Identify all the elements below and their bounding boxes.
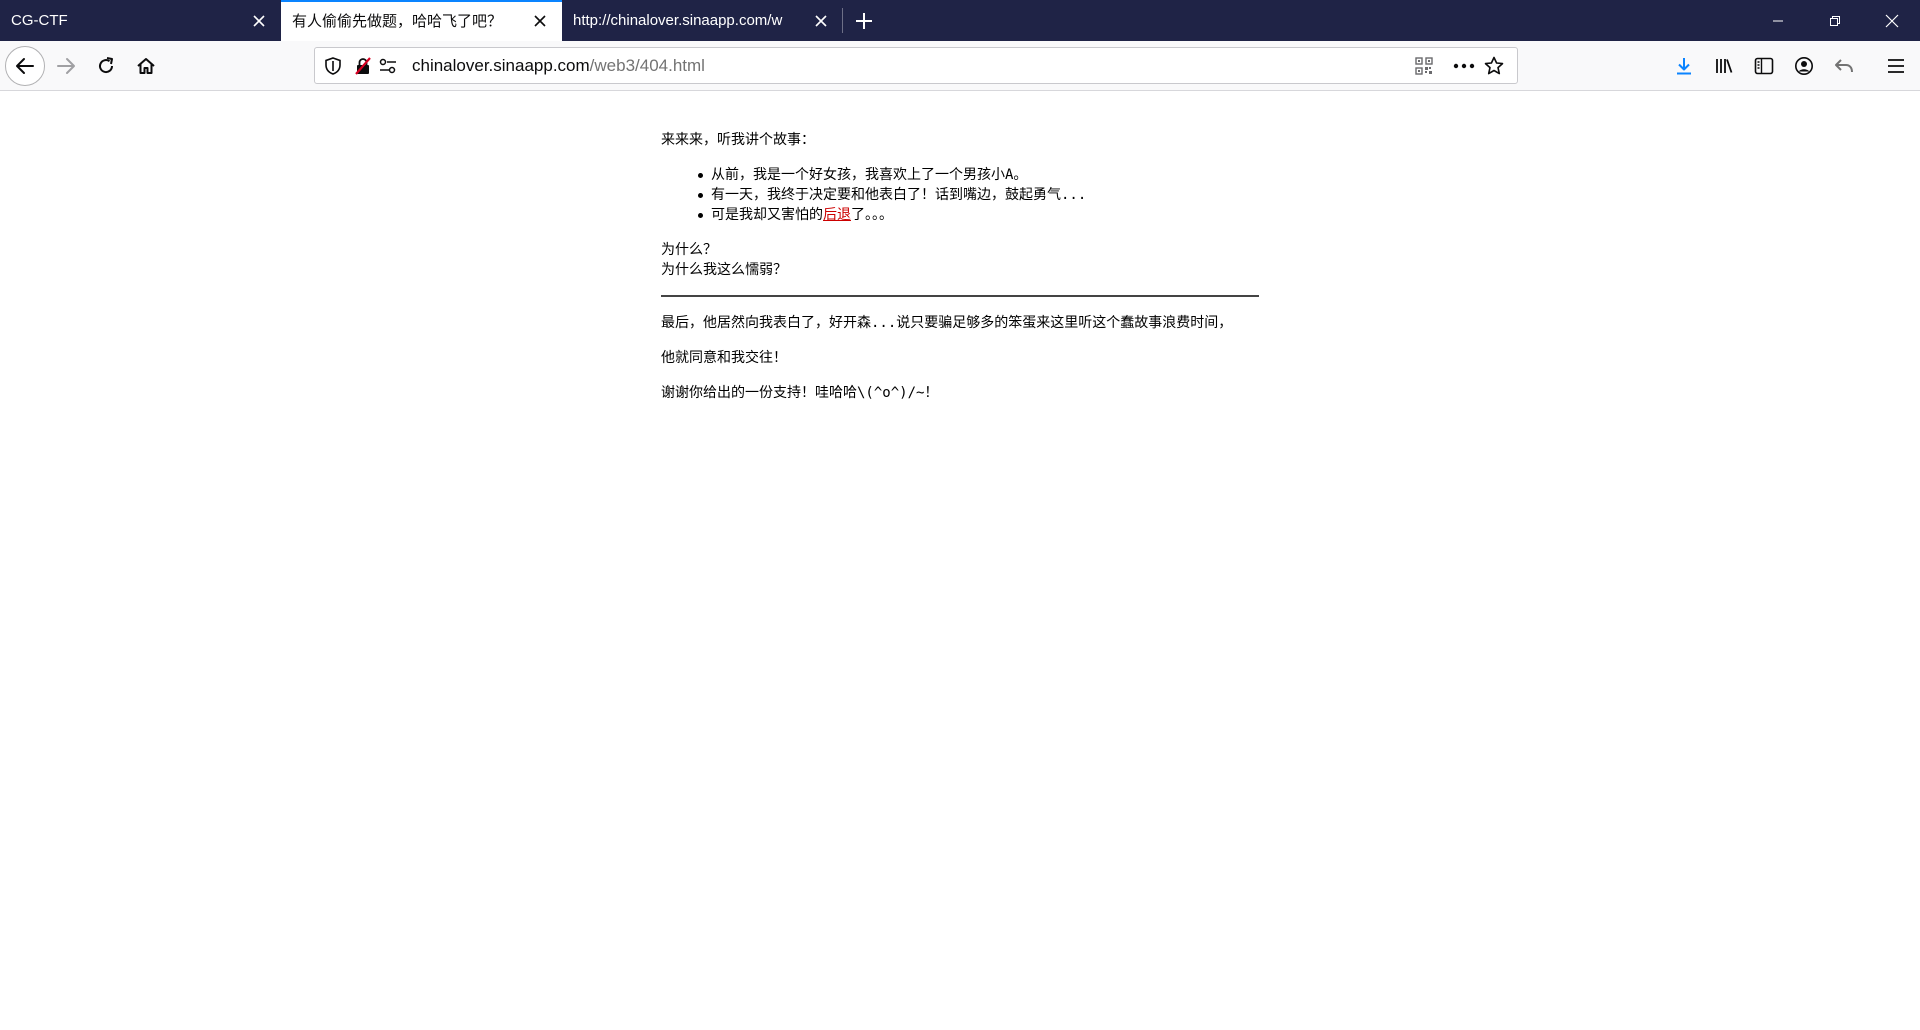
plus-icon bbox=[856, 12, 872, 29]
arrow-left-icon bbox=[16, 58, 34, 74]
list-item: 可是我却又害怕的后退了。。。 bbox=[698, 205, 1259, 225]
restore-button[interactable] bbox=[1806, 0, 1863, 41]
new-tab-button[interactable] bbox=[843, 0, 885, 41]
undo-arrow-icon bbox=[1835, 59, 1853, 73]
back-button[interactable] bbox=[5, 46, 45, 86]
url-bar[interactable]: chinalover.sinaapp.com/web3/404.html bbox=[314, 47, 1518, 84]
qr-code-icon[interactable] bbox=[1413, 55, 1435, 77]
home-icon bbox=[137, 58, 155, 74]
tab-strip: CG-CTF 有人偷偷先做题，哈哈飞了吧？ http://chinalover.… bbox=[0, 0, 1920, 41]
ending-text: 最后，他居然向我表白了，好开森...说只要骗足够多的笨蛋来这里听这个蠢故事浪费时… bbox=[661, 315, 1233, 331]
shield-icon[interactable] bbox=[322, 55, 344, 77]
window-close-button[interactable] bbox=[1863, 0, 1920, 41]
agree-text: 他就同意和我交往！ bbox=[661, 350, 787, 366]
home-button[interactable] bbox=[129, 49, 163, 83]
tab-title: http://chinalover.sinaapp.com/w bbox=[573, 12, 783, 29]
restore-icon bbox=[1829, 15, 1840, 26]
close-icon bbox=[1885, 14, 1898, 27]
sidebar-icon bbox=[1754, 57, 1774, 75]
menu-button[interactable] bbox=[1879, 49, 1913, 83]
downloads-button[interactable] bbox=[1667, 49, 1701, 83]
window-controls bbox=[1749, 0, 1920, 41]
arrow-right-icon bbox=[57, 58, 75, 74]
library-icon bbox=[1716, 59, 1733, 73]
minimize-button[interactable] bbox=[1749, 0, 1806, 41]
story-text-end: 了。。。 bbox=[851, 207, 893, 223]
url-path: /web3/404.html bbox=[589, 56, 705, 75]
question-text: 为什么我这么懦弱？ bbox=[661, 262, 787, 278]
nav-toolbar: chinalover.sinaapp.com/web3/404.html bbox=[0, 41, 1920, 91]
undo-button[interactable] bbox=[1827, 49, 1861, 83]
page-content: 来来来，听我讲个故事： 从前，我是一个好女孩，我喜欢上了一个男孩小A。 有一天，… bbox=[661, 130, 1259, 403]
close-icon[interactable] bbox=[811, 11, 831, 31]
forward-button[interactable] bbox=[49, 49, 83, 83]
tab-title: CG-CTF bbox=[11, 12, 68, 29]
permissions-icon[interactable] bbox=[377, 55, 399, 77]
library-button[interactable] bbox=[1707, 49, 1741, 83]
reload-icon bbox=[99, 57, 114, 74]
story-list: 从前，我是一个好女孩，我喜欢上了一个男孩小A。 有一天，我终于决定要和他表白了！… bbox=[661, 165, 1259, 225]
bookmark-star-icon[interactable] bbox=[1483, 55, 1505, 77]
back-link[interactable]: 后退 bbox=[823, 207, 851, 223]
close-icon[interactable] bbox=[530, 11, 550, 31]
download-icon bbox=[1677, 58, 1691, 75]
sidebar-button[interactable] bbox=[1747, 49, 1781, 83]
account-icon bbox=[1795, 57, 1813, 75]
close-icon[interactable] bbox=[249, 11, 269, 31]
insecure-connection-icon[interactable] bbox=[352, 55, 374, 77]
account-button[interactable] bbox=[1787, 49, 1821, 83]
reload-button[interactable] bbox=[89, 49, 123, 83]
list-item: 有一天，我终于决定要和他表白了！话到嘴边，鼓起勇气... bbox=[698, 185, 1259, 205]
page-actions-icon[interactable] bbox=[1453, 55, 1475, 77]
url-host: chinalover.sinaapp.com bbox=[412, 56, 590, 75]
tab-title: 有人偷偷先做题，哈哈飞了吧？ bbox=[292, 13, 503, 30]
question-block: 为什么？ 为什么我这么懦弱？ bbox=[661, 240, 1259, 280]
question-text: 为什么？ bbox=[661, 242, 717, 258]
list-item: 从前，我是一个好女孩，我喜欢上了一个男孩小A。 bbox=[698, 165, 1259, 185]
tab-chinalover-url[interactable]: http://chinalover.sinaapp.com/w bbox=[562, 0, 843, 41]
divider bbox=[661, 295, 1259, 297]
tab-active-story[interactable]: 有人偷偷先做题，哈哈飞了吧？ bbox=[281, 0, 562, 41]
thanks-text: 谢谢你给出的一份支持！哇哈哈\(^o^)/~！ bbox=[661, 385, 939, 401]
tab-cg-ctf[interactable]: CG-CTF bbox=[0, 0, 281, 41]
url-text[interactable]: chinalover.sinaapp.com/web3/404.html bbox=[412, 48, 705, 83]
hamburger-menu-icon bbox=[1888, 59, 1904, 73]
minimize-icon bbox=[1772, 20, 1783, 21]
story-text: 可是我却又害怕的 bbox=[711, 207, 823, 223]
intro-text: 来来来，听我讲个故事： bbox=[661, 132, 815, 148]
